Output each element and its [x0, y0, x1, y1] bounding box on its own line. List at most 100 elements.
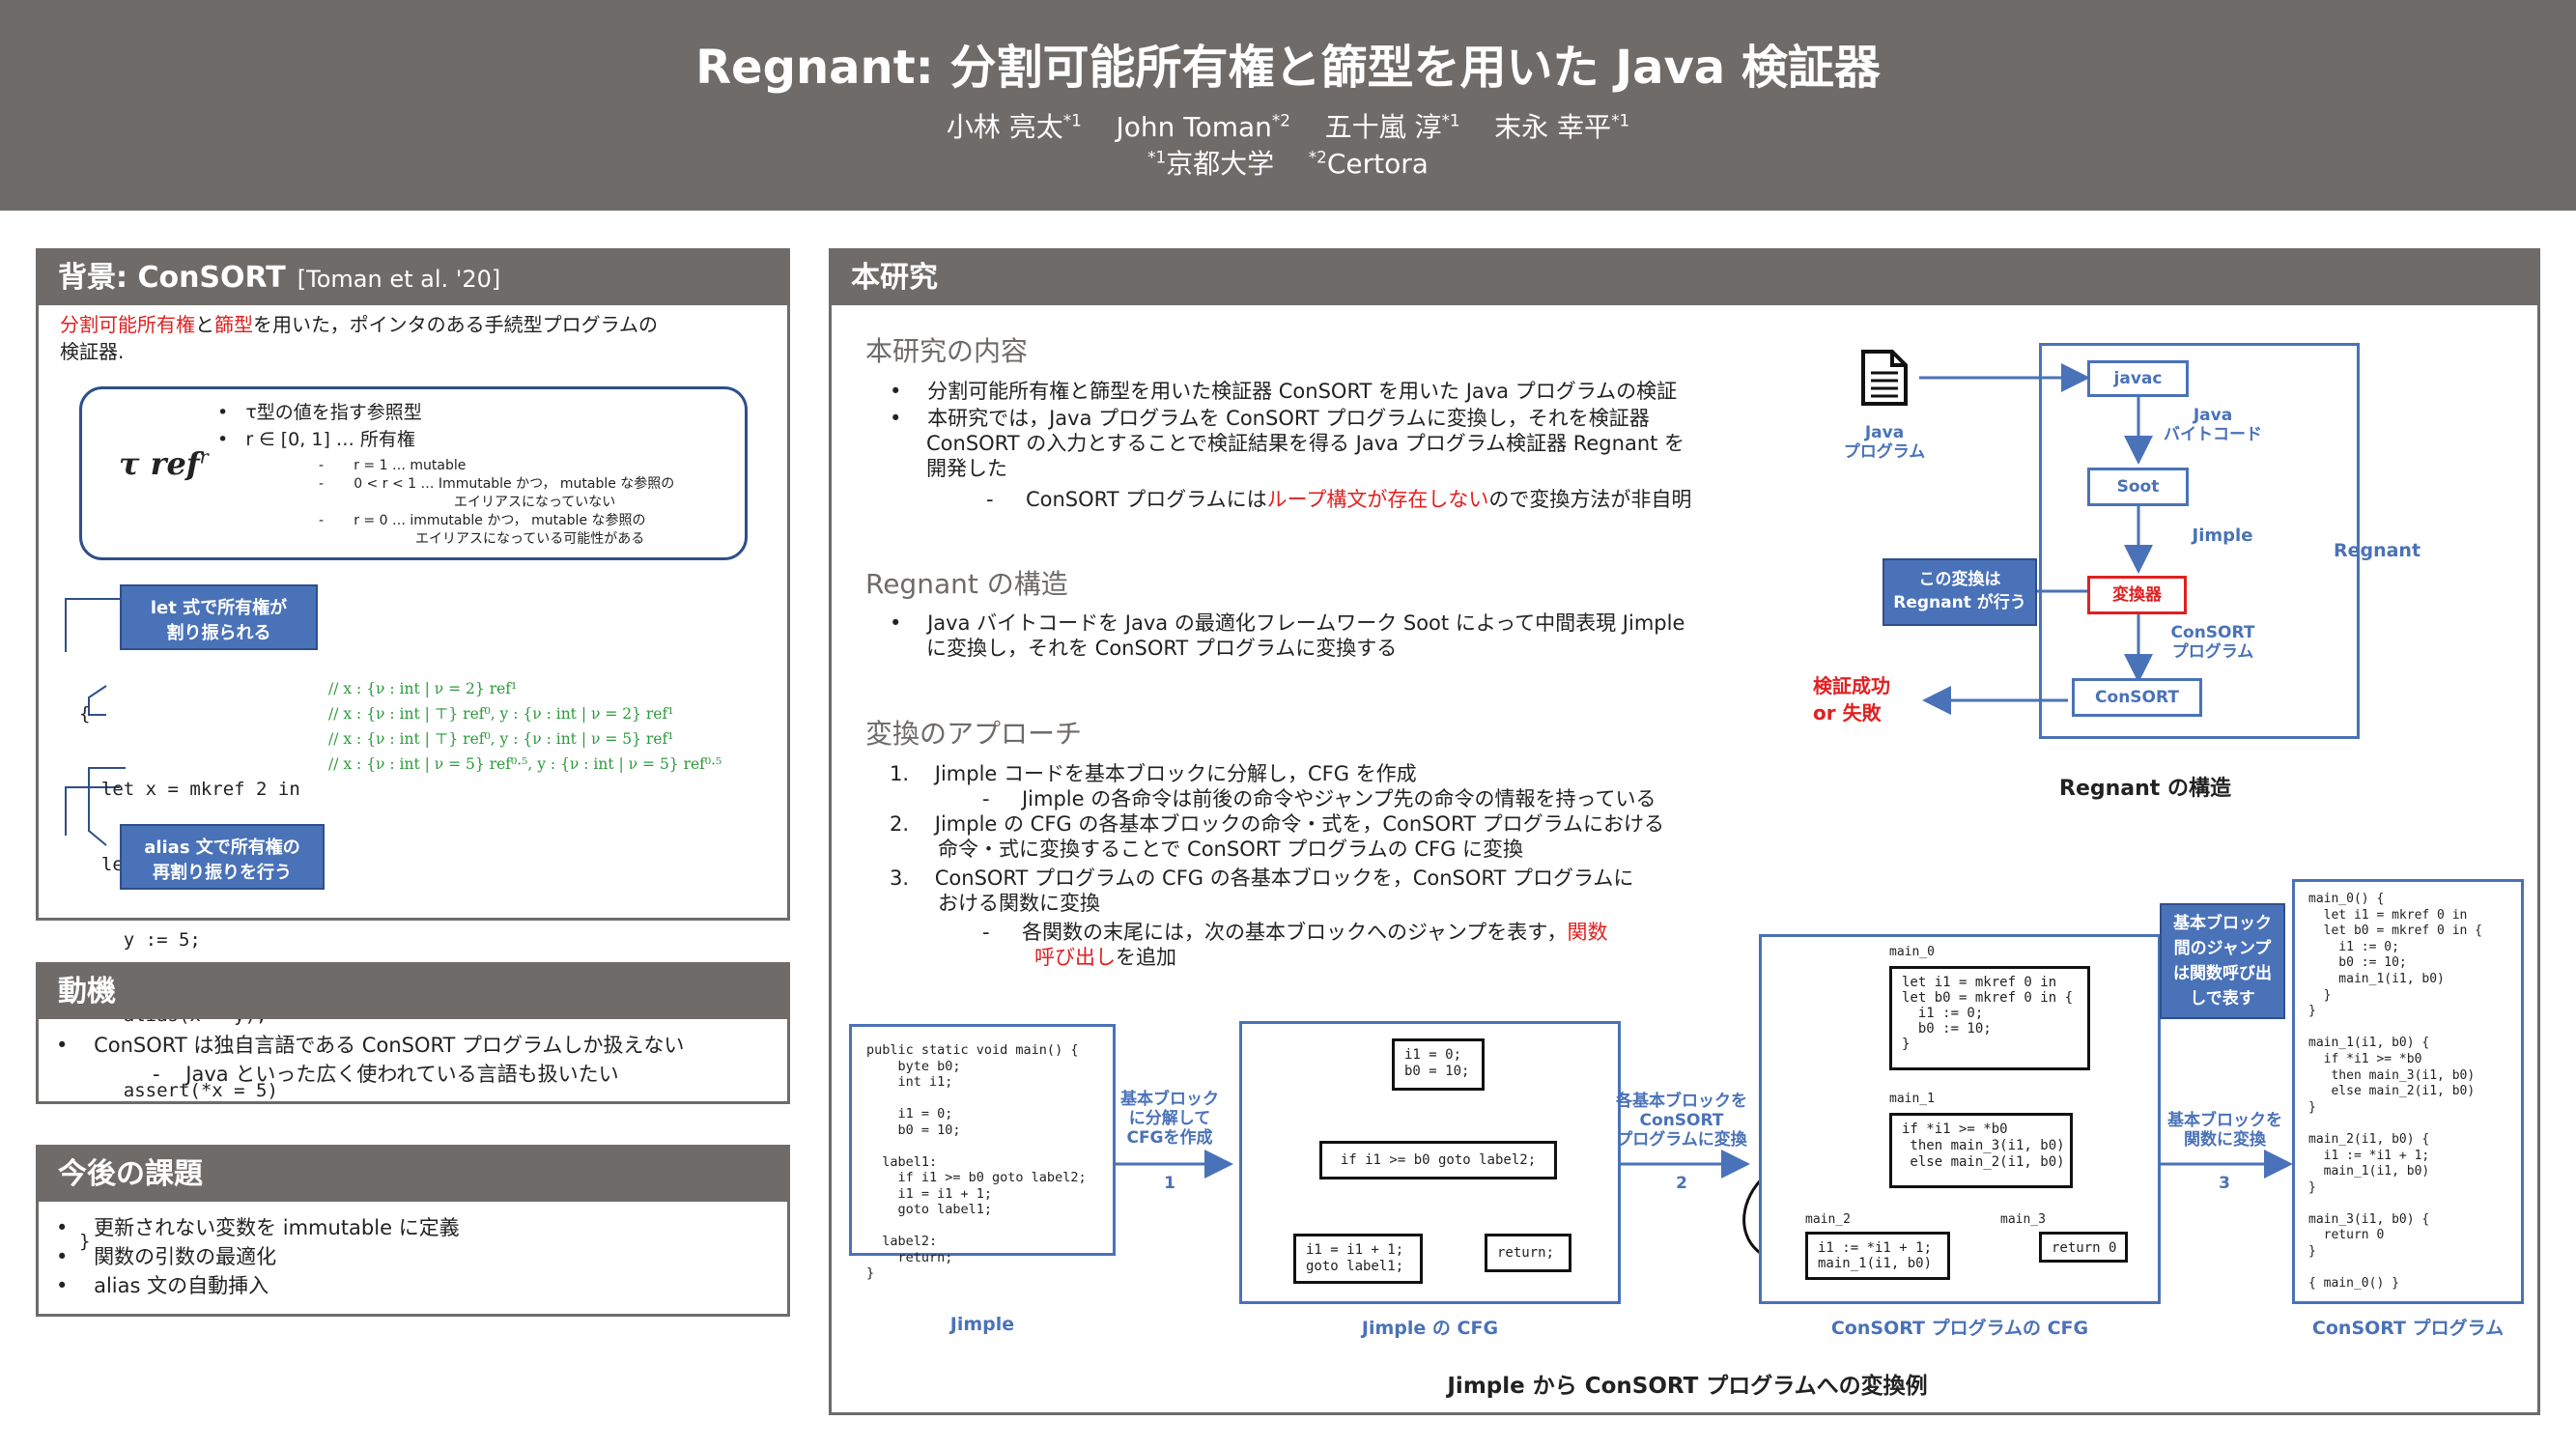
label-line: 基本ブロック	[1120, 1090, 1219, 1109]
author-name: 小林 亮太	[946, 111, 1063, 143]
consort-cfg-block: let i1 = mkref 0 in let b0 = mkref 0 in …	[1889, 966, 2090, 1070]
bytecode-label: Java バイトコード	[2145, 406, 2280, 444]
label-line: この変換は	[1918, 570, 2001, 589]
block-name: main_0	[1889, 945, 1935, 959]
item-text: alias 文の自動挿入	[94, 1274, 269, 1297]
item-text: 更新されない変数を immutable に定義	[94, 1216, 460, 1239]
type-comments: // x : {ν : int | ν = 2} ref¹ // x : {ν …	[328, 676, 722, 777]
label-line: 関数に変換	[2184, 1130, 2266, 1150]
list-item: • 更新されない変数を immutable に定義	[56, 1216, 460, 1239]
label-line: 基本ブロックを	[2167, 1111, 2282, 1130]
consort-cfg-caption: ConSORT プログラムの CFG	[1830, 1318, 2089, 1339]
jimple-panel: public static void main() { byte b0; int…	[849, 1024, 1116, 1281]
author-name: 末永 幸平	[1494, 111, 1612, 143]
label-line: alias 文で所有権の	[144, 838, 300, 858]
item-text: ConSORT は独自言語である ConSORT プログラムしか扱えない	[94, 1034, 685, 1057]
label-line: Java	[1864, 423, 1905, 442]
background-panel: 背景: ConSORT [Toman et al. '20] 分割可能所有権と篩型…	[36, 248, 790, 1252]
label-line: ConSORT	[1639, 1111, 1724, 1130]
label-line: しで表す	[2190, 989, 2255, 1009]
cfg-block: if i1 >= b0 goto label2;	[1319, 1141, 1557, 1179]
code-line: let x = mkref 2 in	[79, 779, 300, 800]
jump-callout: 基本ブロック 間のジャンプ は関数呼び出 しで表す	[2160, 903, 2285, 1019]
consort-cfg-block: i1 := *i1 + 1; main_1(i1, b0)	[1805, 1232, 1950, 1280]
affiliation-list: *1京都大学 *2Certora	[0, 143, 2576, 182]
author-name: 五十嵐 淳	[1324, 111, 1442, 143]
converter-box: 変換器	[2087, 576, 2187, 614]
consort-program-caption: ConSORT プログラム	[2311, 1318, 2505, 1339]
javac-box: javac	[2087, 360, 2189, 397]
regnant-label: Regnant	[2333, 540, 2421, 561]
type-comment: // x : {ν : int | ν = 5} ref⁰·⁵, y : {ν …	[328, 755, 722, 773]
label-line: 各基本ブロックを	[1616, 1092, 1747, 1111]
consort-cfg-block: return 0	[2039, 1232, 2128, 1263]
consort-box: ConSORT	[2072, 678, 2202, 717]
label-line: バイトコード	[2164, 425, 2262, 444]
list-item: • ConSORT は独自言語である ConSORT プログラムしか扱えない	[56, 1034, 685, 1057]
soot-box: Soot	[2087, 468, 2189, 506]
author-mark: *2	[1271, 110, 1290, 130]
consort-program-code: main_0() { let i1 = mkref 0 in let b0 = …	[2308, 892, 2483, 1292]
list-item: • alias 文の自動挿入	[56, 1274, 269, 1297]
list-item: - Java といった広く使われている言語も扱いたい	[153, 1063, 619, 1086]
author-name: John Toman	[1116, 111, 1272, 143]
item-text: 関数の引数の最適化	[94, 1245, 277, 1268]
affil-mark: *2	[1308, 147, 1327, 167]
label-line: Java	[2193, 406, 2233, 425]
item-text: Java といった広く使われている言語も扱いたい	[185, 1063, 619, 1086]
arrow3-label: 基本ブロックを 関数に変換	[2160, 1111, 2290, 1150]
example-caption: Jimple から ConSORT プログラムへの変換例	[1447, 1374, 1928, 1399]
arrow1-number: 1	[1164, 1174, 1175, 1193]
java-program-label: Java プログラム	[1826, 423, 1942, 462]
jimple-code: public static void main() { byte b0; int…	[866, 1042, 1087, 1281]
arrow3-number: 3	[2219, 1174, 2230, 1193]
panel-heading: 今後の課題	[39, 1148, 787, 1202]
affil-name: Certora	[1326, 148, 1429, 180]
consort-program-panel: main_0() { let i1 = mkref 0 in let b0 = …	[2292, 879, 2524, 1304]
affil-name: 京都大学	[1166, 148, 1275, 180]
poster-header: Regnant: 分割可能所有権と篩型を用いた Java 検証器 小林 亮太*1…	[0, 0, 2576, 211]
block-name: main_2	[1805, 1212, 1851, 1227]
cfg-block: i1 = 0; b0 = 10;	[1392, 1038, 1485, 1091]
label-line: プログラム	[2171, 642, 2254, 662]
author-list: 小林 亮太*1 John Toman*2 五十嵐 淳*1 末永 幸平*1	[0, 106, 2576, 145]
panel-heading: 動機	[39, 965, 787, 1019]
jimple-caption: Jimple	[949, 1314, 1015, 1335]
result-line: or 失敗	[1813, 701, 1882, 724]
result-line: 検証成功	[1813, 674, 1890, 697]
motivation-list: • ConSORT は独自言語である ConSORT プログラムしか扱えない -…	[56, 1031, 684, 1089]
block-name: main_1	[1889, 1092, 1935, 1106]
label-line: プログラムに変換	[1616, 1130, 1747, 1150]
block-name: main_3	[2000, 1212, 2046, 1227]
code-line: {	[79, 703, 91, 724]
code-line: y := 5;	[79, 929, 201, 951]
author-mark: *1	[1441, 110, 1460, 130]
main-panel: 本研究 本研究の内容 • 分割可能所有権と篩型を用いた検証器 ConSORT を…	[829, 248, 2540, 1415]
label-line: 間のジャンプ	[2173, 939, 2272, 958]
cfg-block: return;	[1485, 1234, 1571, 1272]
consort-cfg-block: if *i1 >= *b0 then main_3(i1, b0) else m…	[1889, 1113, 2073, 1188]
label-line: 再割り振りを行う	[153, 863, 292, 883]
future-work-panel: 今後の課題 • 更新されない変数を immutable に定義 • 関数の引数の…	[36, 1145, 790, 1317]
label-line: CFGを作成	[1126, 1128, 1213, 1148]
java-file-icon	[1861, 350, 1908, 406]
arrow2-number: 2	[1676, 1174, 1687, 1193]
type-comment: // x : {ν : int | ⊤} ref⁰, y : {ν : int …	[328, 705, 674, 723]
affil-mark: *1	[1147, 147, 1167, 167]
author-mark: *1	[1062, 110, 1082, 130]
alias-label: alias 文で所有権の 再割り振りを行う	[120, 824, 325, 890]
author-mark: *1	[1611, 110, 1630, 130]
diagram-caption: Regnant の構造	[2059, 777, 2231, 801]
label-line: に分解して	[1128, 1109, 1211, 1128]
label-line: ConSORT	[2170, 623, 2255, 642]
jimple-cfg-caption: Jimple の CFG	[1361, 1318, 1499, 1339]
list-item: • 関数の引数の最適化	[56, 1245, 277, 1268]
type-comment: // x : {ν : int | ν = 2} ref¹	[328, 680, 518, 697]
jimple-label: Jimple	[2192, 526, 2253, 546]
motivation-panel: 動機 • ConSORT は独自言語である ConSORT プログラムしか扱えな…	[36, 962, 790, 1104]
type-comment: // x : {ν : int | ⊤} ref⁰, y : {ν : int …	[328, 730, 674, 748]
arrow1-label: 基本ブロック に分解して CFGを作成	[1112, 1090, 1228, 1148]
converter-callout: この変換は Regnant が行う	[1882, 558, 2037, 626]
consort-program-label: ConSORT プログラム	[2145, 623, 2280, 662]
label-line: プログラム	[1843, 442, 1926, 462]
